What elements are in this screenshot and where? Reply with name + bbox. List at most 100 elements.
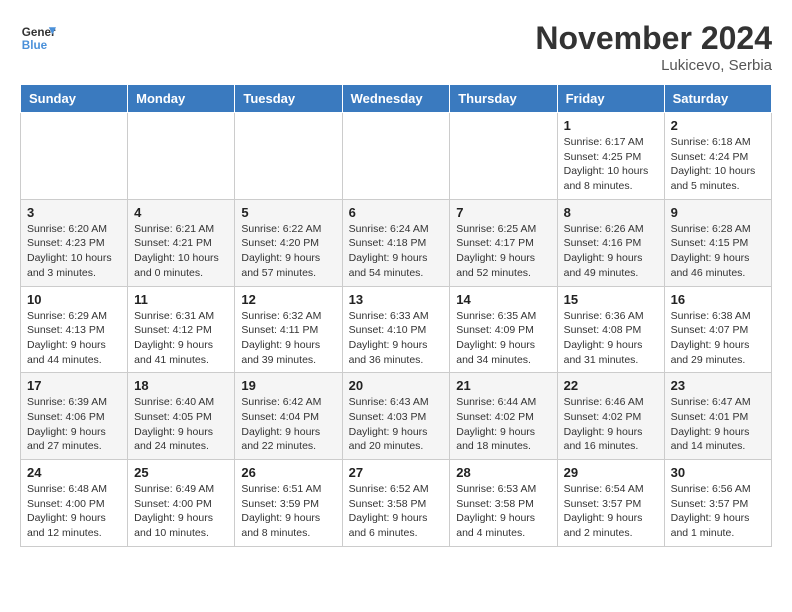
calendar-cell: 26 Sunrise: 6:51 AM Sunset: 3:59 PM Dayli…: [235, 460, 342, 547]
day-info: Sunrise: 6:54 AM Sunset: 3:57 PM Dayligh…: [564, 482, 658, 541]
day-info: Sunrise: 6:33 AM Sunset: 4:10 PM Dayligh…: [349, 309, 444, 368]
day-info: Sunrise: 6:56 AM Sunset: 3:57 PM Dayligh…: [671, 482, 765, 541]
weekday-header-saturday: Saturday: [664, 85, 771, 113]
day-number: 18: [134, 378, 228, 393]
day-info: Sunrise: 6:51 AM Sunset: 3:59 PM Dayligh…: [241, 482, 335, 541]
calendar-table: SundayMondayTuesdayWednesdayThursdayFrid…: [20, 84, 772, 547]
calendar-cell: 7 Sunrise: 6:25 AM Sunset: 4:17 PM Daylig…: [450, 199, 557, 286]
day-number: 6: [349, 205, 444, 220]
logo-icon: General Blue: [20, 20, 56, 56]
day-number: 11: [134, 292, 228, 307]
day-number: 7: [456, 205, 550, 220]
calendar-cell: 9Sunrise: 6:28 AM Sunset: 4:15 PM Daylig…: [664, 199, 771, 286]
day-info: Sunrise: 6:39 AM Sunset: 4:06 PM Dayligh…: [27, 395, 121, 454]
title-block: November 2024 Lukicevo, Serbia: [535, 20, 772, 74]
calendar-cell: 19 Sunrise: 6:42 AM Sunset: 4:04 PM Dayli…: [235, 373, 342, 460]
weekday-header-friday: Friday: [557, 85, 664, 113]
day-number: 21: [456, 378, 550, 393]
calendar-cell: 23 Sunrise: 6:47 AM Sunset: 4:01 PM Dayli…: [664, 373, 771, 460]
calendar-cell: [128, 113, 235, 200]
day-number: 5: [241, 205, 335, 220]
day-number: 24: [27, 465, 121, 480]
day-info: Sunrise: 6:32 AM Sunset: 4:11 PM Dayligh…: [241, 309, 335, 368]
calendar-cell: [21, 113, 128, 200]
day-info: Sunrise: 6:26 AM Sunset: 4:16 PM Dayligh…: [564, 222, 658, 281]
calendar-cell: 28 Sunrise: 6:53 AM Sunset: 3:58 PM Dayli…: [450, 460, 557, 547]
day-info: Sunrise: 6:47 AM Sunset: 4:01 PM Dayligh…: [671, 395, 765, 454]
day-info: Sunrise: 6:35 AM Sunset: 4:09 PM Dayligh…: [456, 309, 550, 368]
calendar-cell: 25 Sunrise: 6:49 AM Sunset: 4:00 PM Dayli…: [128, 460, 235, 547]
day-number: 15: [564, 292, 658, 307]
calendar-cell: 13 Sunrise: 6:33 AM Sunset: 4:10 PM Dayli…: [342, 286, 450, 373]
day-number: 29: [564, 465, 658, 480]
week-row-4: 17Sunrise: 6:39 AM Sunset: 4:06 PM Dayli…: [21, 373, 772, 460]
weekday-header-monday: Monday: [128, 85, 235, 113]
day-info: Sunrise: 6:53 AM Sunset: 3:58 PM Dayligh…: [456, 482, 550, 541]
day-number: 27: [349, 465, 444, 480]
day-number: 28: [456, 465, 550, 480]
day-number: 26: [241, 465, 335, 480]
week-row-2: 3 Sunrise: 6:20 AM Sunset: 4:23 PM Daylig…: [21, 199, 772, 286]
weekday-header-wednesday: Wednesday: [342, 85, 450, 113]
calendar-cell: 30 Sunrise: 6:56 AM Sunset: 3:57 PM Dayli…: [664, 460, 771, 547]
calendar-cell: 22Sunrise: 6:46 AM Sunset: 4:02 PM Dayli…: [557, 373, 664, 460]
weekday-header-row: SundayMondayTuesdayWednesdayThursdayFrid…: [21, 85, 772, 113]
day-number: 30: [671, 465, 765, 480]
day-number: 10: [27, 292, 121, 307]
day-number: 16: [671, 292, 765, 307]
day-info: Sunrise: 6:40 AM Sunset: 4:05 PM Dayligh…: [134, 395, 228, 454]
week-row-5: 24 Sunrise: 6:48 AM Sunset: 4:00 PM Dayli…: [21, 460, 772, 547]
location: Lukicevo, Serbia: [535, 57, 772, 74]
calendar-cell: 16 Sunrise: 6:38 AM Sunset: 4:07 PM Dayli…: [664, 286, 771, 373]
day-number: 20: [349, 378, 444, 393]
day-info: Sunrise: 6:25 AM Sunset: 4:17 PM Dayligh…: [456, 222, 550, 281]
day-number: 23: [671, 378, 765, 393]
calendar-cell: [342, 113, 450, 200]
day-info: Sunrise: 6:20 AM Sunset: 4:23 PM Dayligh…: [27, 222, 121, 281]
month-title: November 2024: [535, 20, 772, 57]
day-info: Sunrise: 6:38 AM Sunset: 4:07 PM Dayligh…: [671, 309, 765, 368]
day-number: 2: [671, 118, 765, 133]
day-info: Sunrise: 6:52 AM Sunset: 3:58 PM Dayligh…: [349, 482, 444, 541]
calendar-cell: [235, 113, 342, 200]
day-number: 9: [671, 205, 765, 220]
day-number: 12: [241, 292, 335, 307]
calendar-cell: 5 Sunrise: 6:22 AM Sunset: 4:20 PM Daylig…: [235, 199, 342, 286]
day-info: Sunrise: 6:29 AM Sunset: 4:13 PM Dayligh…: [27, 309, 121, 368]
calendar-cell: 27 Sunrise: 6:52 AM Sunset: 3:58 PM Dayli…: [342, 460, 450, 547]
day-info: Sunrise: 6:17 AM Sunset: 4:25 PM Dayligh…: [564, 135, 658, 194]
day-info: Sunrise: 6:48 AM Sunset: 4:00 PM Dayligh…: [27, 482, 121, 541]
day-info: Sunrise: 6:49 AM Sunset: 4:00 PM Dayligh…: [134, 482, 228, 541]
day-number: 1: [564, 118, 658, 133]
day-info: Sunrise: 6:44 AM Sunset: 4:02 PM Dayligh…: [456, 395, 550, 454]
day-number: 14: [456, 292, 550, 307]
calendar-cell: 4 Sunrise: 6:21 AM Sunset: 4:21 PM Daylig…: [128, 199, 235, 286]
calendar-cell: 8 Sunrise: 6:26 AM Sunset: 4:16 PM Daylig…: [557, 199, 664, 286]
calendar-cell: 12 Sunrise: 6:32 AM Sunset: 4:11 PM Dayli…: [235, 286, 342, 373]
day-info: Sunrise: 6:42 AM Sunset: 4:04 PM Dayligh…: [241, 395, 335, 454]
day-number: 3: [27, 205, 121, 220]
day-number: 8: [564, 205, 658, 220]
day-number: 25: [134, 465, 228, 480]
day-info: Sunrise: 6:21 AM Sunset: 4:21 PM Dayligh…: [134, 222, 228, 281]
calendar-cell: 14 Sunrise: 6:35 AM Sunset: 4:09 PM Dayli…: [450, 286, 557, 373]
calendar-cell: 2Sunrise: 6:18 AM Sunset: 4:24 PM Daylig…: [664, 113, 771, 200]
calendar-cell: 24 Sunrise: 6:48 AM Sunset: 4:00 PM Dayli…: [21, 460, 128, 547]
calendar-cell: 29 Sunrise: 6:54 AM Sunset: 3:57 PM Dayli…: [557, 460, 664, 547]
calendar-cell: 1 Sunrise: 6:17 AM Sunset: 4:25 PM Daylig…: [557, 113, 664, 200]
calendar-cell: 6Sunrise: 6:24 AM Sunset: 4:18 PM Daylig…: [342, 199, 450, 286]
calendar-cell: 18 Sunrise: 6:40 AM Sunset: 4:05 PM Dayli…: [128, 373, 235, 460]
week-row-3: 10 Sunrise: 6:29 AM Sunset: 4:13 PM Dayli…: [21, 286, 772, 373]
day-info: Sunrise: 6:36 AM Sunset: 4:08 PM Dayligh…: [564, 309, 658, 368]
calendar-cell: [450, 113, 557, 200]
day-info: Sunrise: 6:22 AM Sunset: 4:20 PM Dayligh…: [241, 222, 335, 281]
page-header: General Blue November 2024 Lukicevo, Ser…: [20, 20, 772, 74]
day-number: 13: [349, 292, 444, 307]
calendar-cell: 20Sunrise: 6:43 AM Sunset: 4:03 PM Dayli…: [342, 373, 450, 460]
calendar-cell: 15 Sunrise: 6:36 AM Sunset: 4:08 PM Dayli…: [557, 286, 664, 373]
svg-text:Blue: Blue: [22, 39, 48, 52]
day-number: 19: [241, 378, 335, 393]
day-number: 22: [564, 378, 658, 393]
calendar-cell: 17Sunrise: 6:39 AM Sunset: 4:06 PM Dayli…: [21, 373, 128, 460]
day-number: 4: [134, 205, 228, 220]
